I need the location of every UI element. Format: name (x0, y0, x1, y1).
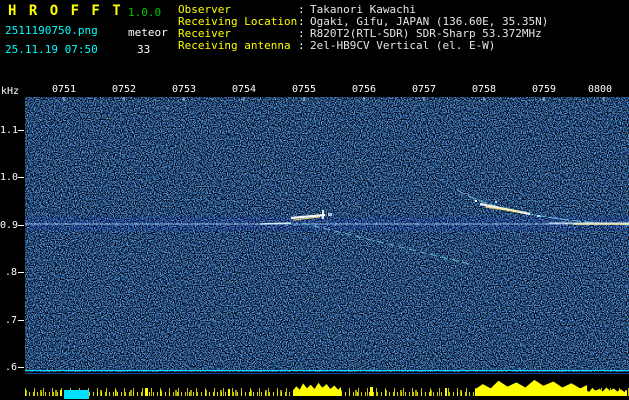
time-label-0754: 0754 (229, 84, 259, 95)
freq-tick (18, 177, 24, 178)
info-label: Receiving antenna (178, 40, 298, 52)
freq-label-0.9: 0.9 (0, 220, 17, 231)
time-label-0759: 0759 (529, 84, 559, 95)
level-spike (145, 388, 148, 396)
level-spike (370, 387, 373, 396)
echo-count: 33 (137, 43, 150, 56)
time-label-0758: 0758 (469, 84, 499, 95)
freq-label-1.0: 1.0 (0, 172, 17, 183)
app-version: 1.0.0 (128, 6, 161, 19)
freq-unit-label: kHz (1, 86, 19, 97)
freq-label-0.6: .6 (0, 362, 17, 373)
time-label-0755: 0755 (289, 84, 319, 95)
time-label-0757: 0757 (409, 84, 439, 95)
level-spike (228, 389, 230, 396)
app-title: H R O F F T (8, 3, 123, 19)
observation-timestamp: 25.11.19 07:50 (5, 43, 98, 56)
level-event-0755 (293, 382, 341, 396)
time-label-0752: 0752 (109, 84, 139, 95)
time-label-0800: 0800 (585, 84, 615, 95)
time-label-0756: 0756 (349, 84, 379, 95)
observation-info: Observer : Takanori Kawachi Receiving Lo… (178, 4, 548, 52)
level-spike (445, 388, 447, 396)
freq-label-0.8: .8 (0, 267, 17, 278)
freq-label-1.1: 1.1 (0, 125, 17, 136)
info-value: 2el-HB9CV Vertical (el. E-W) (310, 40, 495, 52)
time-label-0751: 0751 (49, 84, 79, 95)
mode-label: meteor (128, 26, 168, 39)
spectrogram-canvas (25, 97, 629, 372)
freq-tick (18, 130, 24, 131)
freq-tick (18, 225, 24, 226)
spectrogram-plot (25, 97, 629, 372)
hrofft-window: H R O F F T 1.0.0 2511190750.png meteor … (0, 0, 629, 400)
level-event-0759 (583, 387, 627, 396)
level-marker (64, 390, 89, 399)
info-separator: : (298, 40, 310, 52)
freq-tick (18, 320, 24, 321)
freq-label-0.7: .7 (0, 315, 17, 326)
output-filename: 2511190750.png (5, 24, 98, 37)
signal-level-strip (25, 374, 629, 396)
time-label-0753: 0753 (169, 84, 199, 95)
freq-tick (18, 367, 24, 368)
level-event-0758 (475, 379, 587, 396)
info-row-antenna: Receiving antenna : 2el-HB9CV Vertical (… (178, 40, 548, 52)
level-spike (60, 390, 62, 396)
freq-tick (18, 272, 24, 273)
strip-divider-line (25, 370, 629, 371)
